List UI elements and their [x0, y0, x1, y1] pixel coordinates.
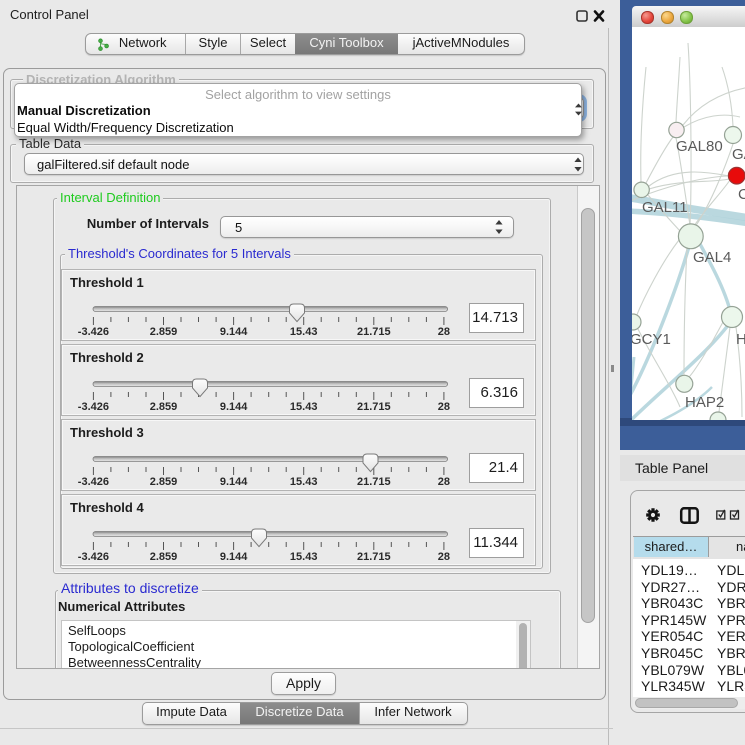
svg-text:GAL3: GAL3	[732, 146, 745, 163]
svg-text:15.43: 15.43	[290, 551, 318, 563]
svg-text:2.859: 2.859	[150, 476, 178, 488]
svg-text:21.715: 21.715	[357, 326, 391, 338]
svg-text:21.715: 21.715	[357, 476, 391, 488]
svg-text:2.859: 2.859	[150, 326, 178, 338]
svg-text:28: 28	[438, 551, 450, 563]
svg-text:15.43: 15.43	[290, 401, 318, 413]
svg-text:9.144: 9.144	[220, 401, 248, 413]
svg-text:15.43: 15.43	[290, 326, 318, 338]
svg-text:28: 28	[438, 401, 450, 413]
svg-text:HAP2: HAP2	[685, 394, 724, 411]
svg-text:-3.426: -3.426	[78, 476, 109, 488]
svg-text:CCC: CCC	[738, 186, 745, 203]
svg-text:GAL11: GAL11	[642, 199, 688, 216]
svg-text:2.859: 2.859	[150, 401, 178, 413]
svg-text:HIS4: HIS4	[736, 331, 745, 348]
svg-text:-3.426: -3.426	[78, 326, 109, 338]
svg-text:2.859: 2.859	[150, 551, 178, 563]
svg-text:9.144: 9.144	[220, 476, 248, 488]
svg-text:9.144: 9.144	[220, 326, 248, 338]
svg-text:-3.426: -3.426	[78, 401, 109, 413]
svg-text:21.715: 21.715	[357, 401, 391, 413]
svg-text:28: 28	[438, 326, 450, 338]
svg-text:21.715: 21.715	[357, 551, 391, 563]
svg-text:GAL4: GAL4	[693, 249, 731, 266]
svg-text:-3.426: -3.426	[78, 551, 109, 563]
svg-text:28: 28	[438, 476, 450, 488]
svg-text:GAL80: GAL80	[676, 138, 723, 155]
svg-text:15.43: 15.43	[290, 476, 318, 488]
svg-text:GCY1: GCY1	[632, 331, 671, 348]
svg-text:9.144: 9.144	[220, 551, 248, 563]
